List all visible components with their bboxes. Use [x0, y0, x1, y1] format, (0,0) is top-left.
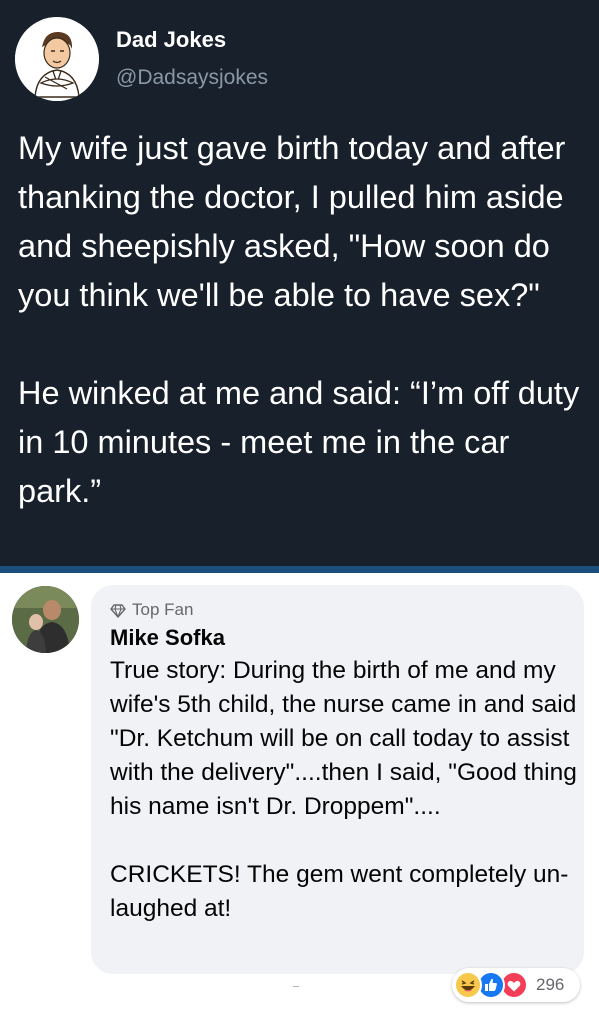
tweet-card: Dad Jokes @Dadsaysjokes My wife just gav…	[0, 0, 599, 566]
comment-author-name[interactable]: Mike Sofka	[110, 624, 225, 652]
tweet-text: My wife just gave birth today and after …	[18, 124, 593, 516]
divider	[293, 986, 299, 987]
diamond-icon	[110, 603, 126, 618]
comment-paragraph: CRICKETS! The gem went completely un-lau…	[110, 861, 569, 922]
tweet-author-name[interactable]: Dad Jokes	[116, 27, 226, 53]
comment-text: True story: During the birth of me and m…	[110, 654, 580, 926]
tweet-author-handle[interactable]: @Dadsaysjokes	[116, 65, 268, 91]
divider	[0, 566, 599, 573]
comment-paragraph: True story: During the birth of me and m…	[110, 657, 577, 820]
cartoon-man-icon[interactable]	[15, 17, 99, 101]
reactions-summary[interactable]: 296	[452, 968, 580, 1002]
reaction-count: 296	[536, 975, 565, 994]
top-fan-badge: Top Fan	[110, 600, 193, 620]
tweet-paragraph: My wife just gave birth today and after …	[18, 130, 566, 313]
haha-reaction-icon	[454, 971, 482, 999]
tweet-paragraph: He winked at me and said: “I’m off duty …	[18, 375, 580, 509]
avatar[interactable]	[12, 586, 79, 653]
top-fan-label: Top Fan	[132, 600, 194, 619]
